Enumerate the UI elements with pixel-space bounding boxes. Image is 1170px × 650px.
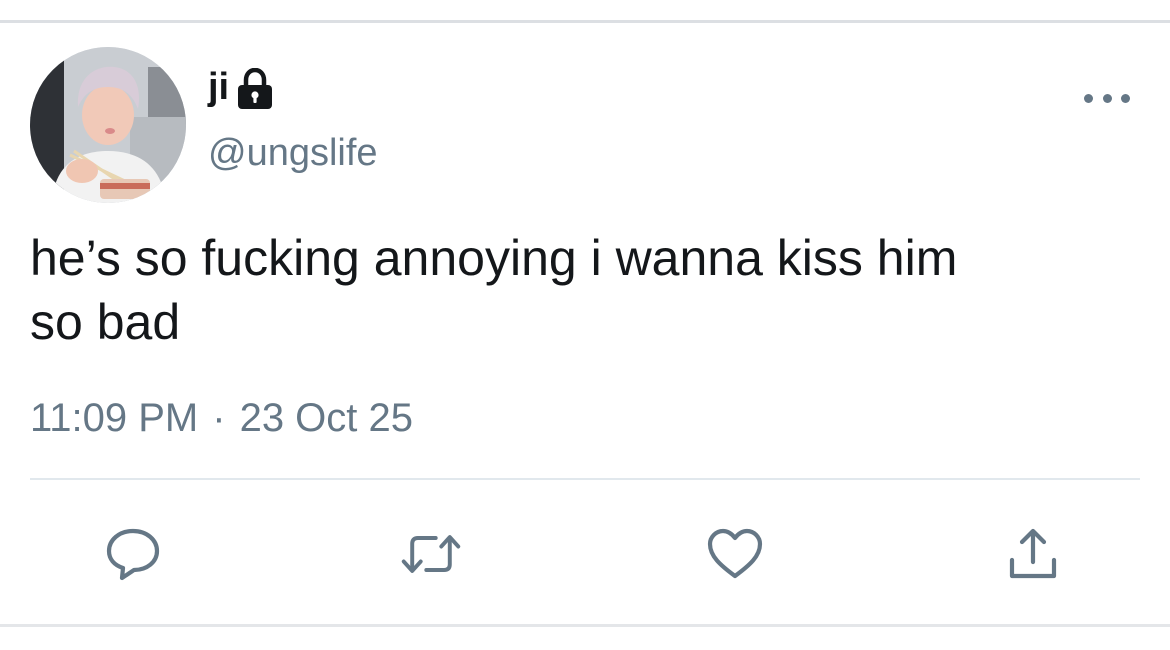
avatar-image: [30, 47, 186, 203]
top-divider: [0, 20, 1170, 23]
heart-icon: [707, 528, 763, 579]
timestamp-separator: ·: [212, 396, 226, 440]
retweet-icon: [401, 535, 461, 573]
author-handle[interactable]: @ungslife: [208, 134, 378, 172]
more-dot: [1121, 93, 1130, 103]
tweet-text-line-2: so bad: [30, 294, 181, 350]
more-dot: [1102, 93, 1112, 103]
author-display-name-row[interactable]: ji: [208, 64, 275, 110]
like-button[interactable]: [704, 524, 766, 584]
tweet-date: 23 Oct 25: [239, 396, 414, 440]
actions-divider: [30, 478, 1140, 480]
share-icon: [1009, 528, 1057, 579]
tweet-timestamp[interactable]: 11:09 PM · 23 Oct 25: [30, 398, 413, 438]
avatar[interactable]: [30, 47, 186, 203]
bottom-divider: [0, 624, 1170, 627]
more-options-icon[interactable]: [1084, 84, 1130, 112]
tweet-text-line-1: he’s so fucking annoying i wanna kiss hi…: [30, 230, 958, 286]
retweet-button[interactable]: [400, 524, 462, 584]
display-name[interactable]: ji: [208, 68, 229, 106]
tweet-detail-view: ji @ungslife he’s so fucking annoying i …: [0, 0, 1170, 650]
share-button[interactable]: [1002, 524, 1064, 584]
more-dot: [1084, 93, 1093, 103]
reply-button[interactable]: [102, 524, 164, 584]
reply-icon: [106, 528, 160, 581]
lock-icon: [235, 67, 275, 110]
tweet-time: 11:09 PM: [30, 396, 199, 440]
tweet-text: he’s so fucking annoying i wanna kiss hi…: [30, 226, 1130, 354]
